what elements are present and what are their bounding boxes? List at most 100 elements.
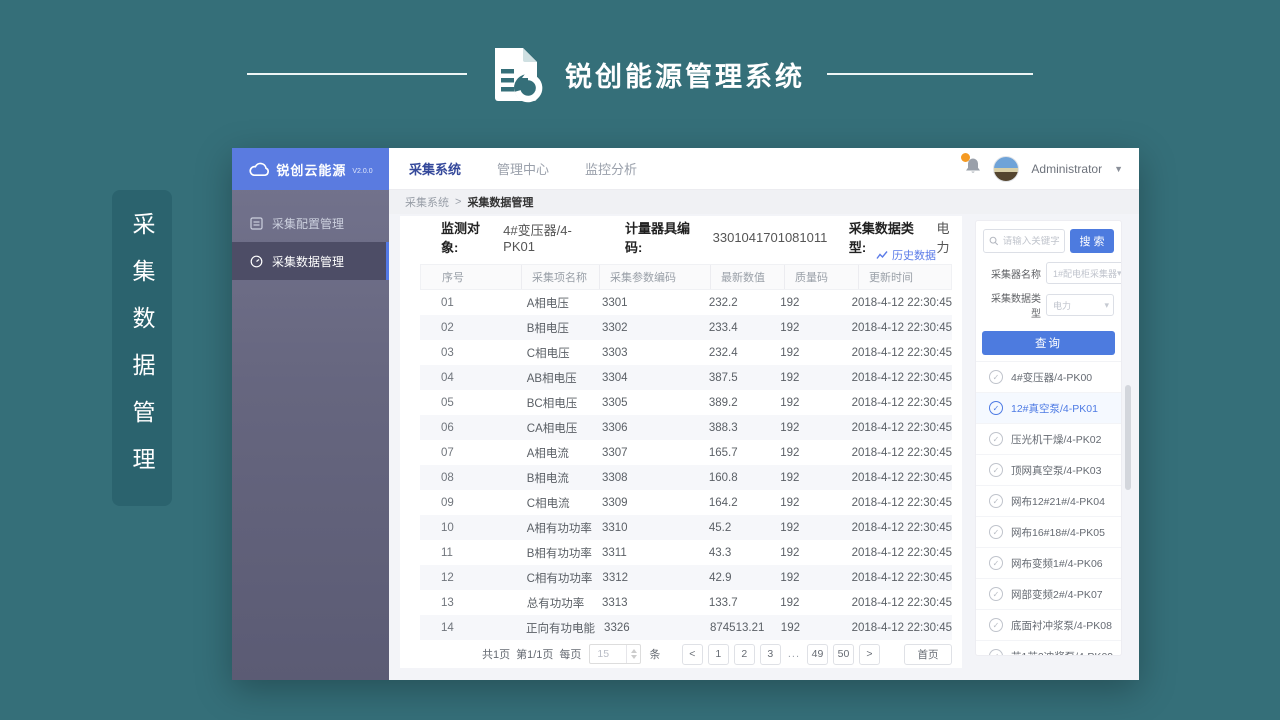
table-cell: 03	[431, 340, 517, 365]
datatype-select[interactable]: 电力 ▾	[1046, 294, 1114, 316]
table-cell: 165.7	[699, 440, 770, 465]
table-cell: 192	[770, 590, 841, 615]
table-cell: A相有功功率	[517, 515, 592, 540]
monitor-object-label: 监测对象:	[441, 218, 496, 256]
notification-bell-icon[interactable]	[965, 157, 981, 180]
table-cell: 06	[431, 415, 517, 440]
collector-label: 采集器名称	[983, 266, 1041, 281]
vertical-section-label: 采集数据管理	[112, 190, 172, 506]
table-cell: BC相电压	[517, 390, 592, 415]
meter-code-label: 计量器具编码:	[625, 218, 706, 256]
table-cell: C相电流	[517, 490, 592, 515]
page-size-select[interactable]: 15	[589, 644, 641, 664]
table-cell: 232.4	[699, 340, 770, 365]
username[interactable]: Administrator	[1031, 162, 1102, 176]
table-cell: 192	[770, 315, 841, 340]
table-cell: 3310	[592, 515, 699, 540]
table-cell: 42.9	[699, 565, 770, 590]
breadcrumb-parent[interactable]: 采集系统	[405, 194, 449, 210]
device-item[interactable]: ✓网布12#21#/4-PK04	[976, 486, 1121, 517]
table-cell: 3309	[592, 490, 699, 515]
table-cell: 14	[431, 615, 516, 640]
page-button[interactable]: 2	[734, 644, 755, 665]
table-cell: 192	[770, 540, 841, 565]
query-button[interactable]: 查询	[982, 331, 1115, 355]
table-cell: 2018-4-12 22:30:45	[842, 615, 952, 640]
table-cell: 2018-4-12 22:30:45	[842, 565, 952, 590]
table-cell: 2018-4-12 22:30:45	[842, 340, 952, 365]
slide-background: 锐创能源管理系统 采集数据管理 锐创云能源 V2.0.0	[0, 0, 1280, 720]
check-circle-icon: ✓	[989, 463, 1003, 477]
app-window: 锐创云能源 V2.0.0 采集配置管理 采集	[232, 148, 1139, 680]
tab-collect-system[interactable]: 采集系统	[409, 159, 461, 178]
avatar[interactable]	[993, 156, 1019, 182]
scrollbar-thumb[interactable]	[1125, 385, 1131, 490]
breadcrumb-current: 采集数据管理	[467, 194, 533, 210]
table-cell: 3306	[592, 415, 699, 440]
table-row: 04AB相电压3304387.51922018-4-12 22:30:45	[420, 365, 952, 390]
vertical-label-text: 采集数据管理	[125, 212, 159, 506]
history-data-link[interactable]: 历史数据	[892, 247, 936, 263]
page-buttons: < 123...4950>	[682, 644, 880, 665]
table-cell: 3305	[592, 390, 699, 415]
table-cell: 11	[431, 540, 517, 565]
table-cell: 2018-4-12 22:30:45	[842, 590, 952, 615]
spinner-icon[interactable]	[626, 645, 640, 663]
device-item[interactable]: ✓芯1芯2冲浆泵/4-PK09	[976, 641, 1121, 656]
device-item[interactable]: ✓ 网布16#18#/4-PK05	[976, 517, 1121, 548]
sidebar-item-label: 采集配置管理	[272, 215, 344, 232]
table-cell: 10	[431, 515, 517, 540]
table-cell: C相电压	[517, 340, 592, 365]
device-item[interactable]: ✓ 底面衬冲浆泵/4-PK08	[976, 610, 1121, 641]
table-row: 02B相电压3302233.41922018-4-12 22:30:45	[420, 315, 952, 340]
table-cell: 133.7	[699, 590, 770, 615]
table-cell: 233.4	[699, 315, 770, 340]
device-item[interactable]: ✓顶网真空泵/4-PK03	[976, 455, 1121, 486]
table-cell: 3302	[592, 315, 699, 340]
collector-select[interactable]: 1#配电柜采集器 ▾	[1046, 262, 1122, 284]
table-row: 01A相电压3301232.21922018-4-12 22:30:45	[420, 290, 952, 315]
chevron-down-icon[interactable]: ▼	[1114, 164, 1123, 174]
device-name: 网部变频2#/4-PK07	[1011, 587, 1103, 602]
breadcrumb-separator: >	[455, 196, 461, 208]
content-area: 监测对象: 4#变压器/4-PK01 计量器具编码: 3301041701081…	[389, 214, 1139, 680]
banner: 锐创能源管理系统	[0, 0, 1280, 148]
table-cell: 04	[431, 365, 517, 390]
page-button[interactable]: 49	[807, 644, 828, 665]
table-cell: 07	[431, 440, 517, 465]
page-button[interactable]: 1	[708, 644, 729, 665]
device-item[interactable]: ✓网部变频2#/4-PK07	[976, 579, 1121, 610]
check-circle-icon: ✓	[989, 618, 1003, 632]
device-item[interactable]: ✓网布变频1#/4-PK06	[976, 548, 1121, 579]
table-cell: 192	[770, 565, 841, 590]
device-item[interactable]: ✓压光机干燥/4-PK02	[976, 424, 1121, 455]
table-cell: 2018-4-12 22:30:45	[842, 315, 952, 340]
table-cell: 12	[431, 565, 517, 590]
prev-page-button[interactable]: <	[682, 644, 703, 665]
table-cell: 192	[770, 390, 841, 415]
column-header: 更新时间	[858, 265, 951, 289]
check-circle-icon: ✓	[989, 525, 1003, 539]
device-item[interactable]: ✓4#变压器/4-PK00	[976, 362, 1121, 393]
table-cell: 总有功功率	[517, 590, 592, 615]
table-row: 09C相电流3309164.21922018-4-12 22:30:45	[420, 490, 952, 515]
logo-text: 锐创云能源	[276, 160, 346, 179]
sidebar-item-collect-config[interactable]: 采集配置管理	[232, 204, 389, 242]
next-page-button[interactable]: >	[859, 644, 880, 665]
monitor-object-value: 4#变压器/4-PK01	[503, 220, 601, 254]
device-item[interactable]: ✓12#真空泵/4-PK01	[976, 393, 1121, 424]
sidebar-item-collect-data[interactable]: 采集数据管理	[232, 242, 389, 280]
search-input[interactable]	[1003, 236, 1061, 247]
device-name: 网布16#18#/4-PK05	[1011, 525, 1105, 540]
page-button[interactable]: 50	[833, 644, 854, 665]
device-name: 底面衬冲浆泵/4-PK08	[1011, 618, 1112, 633]
column-header: 序号	[432, 265, 521, 289]
search-button[interactable]: 搜 索	[1070, 229, 1114, 253]
table-cell: 3308	[592, 465, 699, 490]
page-button[interactable]: 3	[760, 644, 781, 665]
table-cell: 2018-4-12 22:30:45	[842, 465, 952, 490]
total-pages-text: 共1页	[482, 646, 510, 662]
first-page-button[interactable]: 首页	[904, 644, 952, 665]
tab-monitor-analysis[interactable]: 监控分析	[585, 159, 637, 178]
tab-management-center[interactable]: 管理中心	[497, 159, 549, 178]
